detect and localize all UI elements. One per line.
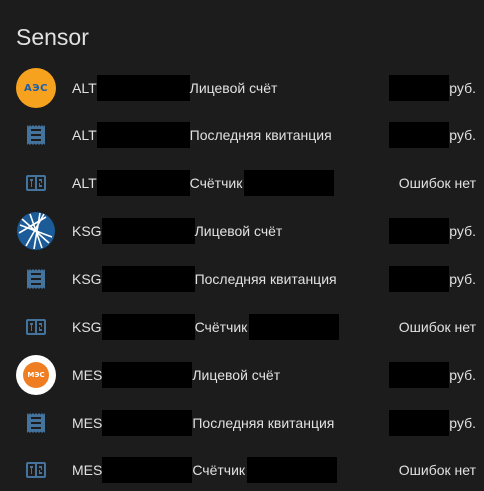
- redaction: [389, 410, 450, 436]
- entity-row-ksg-account[interactable]: KSG Лицевой счёт руб.: [0, 211, 484, 251]
- entity-prefix: ALT: [72, 80, 97, 96]
- entity-state: Ошибок нет: [398, 462, 476, 478]
- entity-prefix: MES: [72, 415, 103, 431]
- entity-name: Счётчик: [189, 175, 243, 191]
- entity-state: руб.: [449, 271, 476, 287]
- meter-counter-icon: [16, 307, 56, 347]
- redaction: [96, 122, 190, 148]
- entity-prefix: KSG: [72, 271, 102, 287]
- entity-row-mes-meter[interactable]: MES Счётчик Ошибок нет: [0, 450, 484, 490]
- entity-name: Последняя квитанция: [192, 415, 335, 431]
- entity-state: руб.: [449, 80, 476, 96]
- entity-row-mes-account[interactable]: МЭС MES Лицевой счёт руб.: [0, 355, 484, 395]
- redaction: [101, 218, 195, 244]
- receipt-icon: [16, 403, 56, 443]
- entity-row-alt-meter[interactable]: ALT Счётчик Ошибок нет: [0, 163, 484, 203]
- entity-prefix: ALT: [72, 127, 97, 143]
- redaction: [389, 75, 450, 101]
- entity-state: руб.: [449, 127, 476, 143]
- redaction: [96, 75, 190, 101]
- redaction: [389, 122, 450, 148]
- entity-name: Последняя квитанция: [189, 127, 332, 143]
- redaction: [389, 266, 450, 292]
- entity-row-alt-account[interactable]: АЭС ALT Лицевой счёт руб.: [0, 68, 484, 108]
- mes-logo-icon: МЭС: [16, 355, 56, 395]
- entity-name: Лицевой счёт: [192, 367, 281, 383]
- entity-state: Ошибок нет: [398, 319, 476, 335]
- redaction: [101, 266, 195, 292]
- redaction: [389, 218, 450, 244]
- entity-state: Ошибок нет: [398, 175, 476, 191]
- aes-logo-icon: АЭС: [16, 68, 56, 108]
- entity-prefix: MES: [72, 462, 103, 478]
- entity-state: руб.: [449, 223, 476, 239]
- entity-name: Счётчик: [192, 462, 246, 478]
- redaction: [244, 170, 335, 196]
- receipt-icon: [16, 115, 56, 155]
- entity-row-alt-receipt[interactable]: ALT Последняя квитанция руб.: [0, 115, 484, 155]
- meter-counter-icon: [16, 450, 56, 490]
- entity-row-mes-receipt[interactable]: MES Последняя квитанция руб.: [0, 403, 484, 443]
- meter-counter-icon: [16, 163, 56, 203]
- entity-prefix: MES: [72, 367, 103, 383]
- receipt-icon: [16, 259, 56, 299]
- ksg-logo-icon: [16, 211, 56, 251]
- entity-state: руб.: [449, 367, 476, 383]
- redaction: [101, 314, 195, 340]
- redaction: [249, 314, 340, 340]
- redaction: [96, 170, 190, 196]
- entity-row-ksg-meter[interactable]: KSG Счётчик Ошибок нет: [0, 307, 484, 347]
- entity-prefix: KSG: [72, 319, 102, 335]
- entity-name: Счётчик: [194, 319, 248, 335]
- redaction: [102, 362, 193, 388]
- card-title: Sensor: [16, 24, 89, 50]
- entity-name: Лицевой счёт: [194, 223, 283, 239]
- redaction: [247, 457, 338, 483]
- entity-name: Последняя квитанция: [194, 271, 337, 287]
- entity-prefix: KSG: [72, 223, 102, 239]
- redaction: [389, 362, 450, 388]
- sensor-card: Sensor АЭС ALT Лицевой счёт руб. ALT Пос…: [0, 0, 484, 491]
- entity-row-ksg-receipt[interactable]: KSG Последняя квитанция руб.: [0, 259, 484, 299]
- entity-state: руб.: [449, 415, 476, 431]
- redaction: [102, 410, 193, 436]
- entity-prefix: ALT: [72, 175, 97, 191]
- redaction: [102, 457, 193, 483]
- entity-name: Лицевой счёт: [189, 80, 278, 96]
